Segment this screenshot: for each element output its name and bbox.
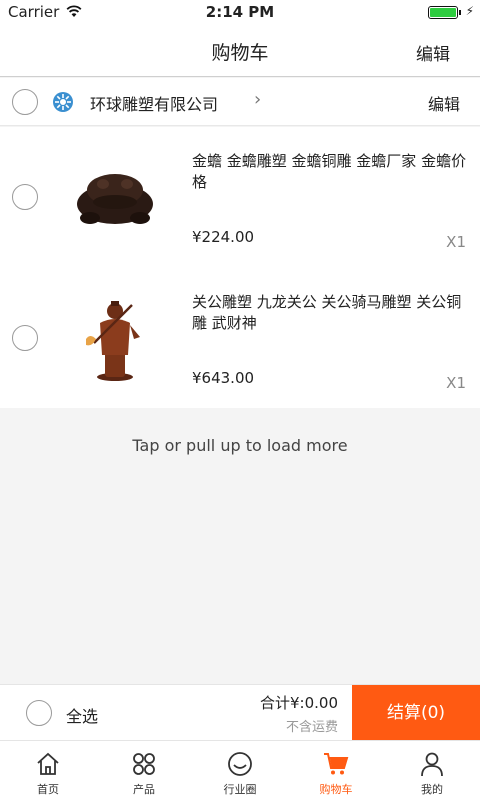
nav-bar: 购物车 编辑: [0, 24, 480, 77]
product-price: ¥643.00: [192, 369, 255, 387]
tab-bar: 首页 产品 行业圈 购物车 我的: [0, 740, 480, 800]
cart-item[interactable]: 关公雕塑 九龙关公 关公骑马雕塑 关公铜雕 武财神 ¥643.00 X1: [0, 268, 480, 408]
product-name[interactable]: 关公雕塑 九龙关公 关公骑马雕塑 关公铜雕 武财神: [192, 292, 468, 334]
tab-label: 首页: [37, 783, 59, 796]
load-more-hint[interactable]: Tap or pull up to load more: [0, 436, 480, 455]
cart-item-list: 金蟾 金蟾雕塑 金蟾铜雕 金蟾厂家 金蟾价格 ¥224.00 X1 关公雕塑 九…: [0, 127, 480, 408]
edit-button[interactable]: 编辑: [416, 40, 450, 65]
clock: 2:14 PM: [205, 3, 275, 21]
product-quantity: X1: [446, 233, 466, 251]
tab-me[interactable]: 我的: [384, 741, 480, 800]
smile-icon: [228, 752, 252, 776]
tab-products[interactable]: 产品: [96, 741, 192, 800]
tab-industry[interactable]: 行业圈: [192, 741, 288, 800]
product-image-toad[interactable]: [70, 152, 160, 242]
cart-item[interactable]: 金蟾 金蟾雕塑 金蟾铜雕 金蟾厂家 金蟾价格 ¥224.00 X1: [0, 127, 480, 267]
person-icon: [421, 752, 443, 777]
tab-label: 我的: [421, 783, 443, 796]
shop-logo-icon: [53, 92, 73, 112]
shipping-note: 不含运费: [285, 720, 338, 735]
item-select-radio[interactable]: [12, 184, 38, 210]
checkout-button[interactable]: 结算(0): [352, 685, 480, 741]
cart-icon: [324, 753, 349, 775]
shop-row: 环球雕塑有限公司 › 编辑: [0, 78, 480, 126]
charging-icon: ⚡: [465, 4, 474, 18]
page-title: 购物车: [211, 42, 269, 64]
item-select-radio[interactable]: [12, 325, 38, 351]
grid-icon: [133, 753, 155, 775]
shop-name-link[interactable]: 环球雕塑有限公司: [90, 91, 218, 115]
select-all-radio[interactable]: [26, 700, 52, 726]
shop-edit-button[interactable]: 编辑: [428, 91, 460, 115]
shop-select-radio[interactable]: [12, 89, 38, 115]
battery-icon: [428, 6, 461, 19]
product-image-guangong[interactable]: [70, 293, 160, 383]
product-name[interactable]: 金蟾 金蟾雕塑 金蟾铜雕 金蟾厂家 金蟾价格: [192, 151, 468, 193]
chevron-right-icon[interactable]: ›: [254, 89, 261, 110]
checkout-bar: 全选 合计¥:0.00 不含运费 结算(0): [0, 684, 480, 741]
home-icon: [37, 752, 59, 775]
total-price: 合计¥:0.00: [260, 694, 338, 712]
tab-label: 行业圈: [223, 783, 257, 796]
product-quantity: X1: [446, 374, 466, 392]
tab-home[interactable]: 首页: [0, 741, 96, 800]
select-all-label[interactable]: 全选: [66, 703, 98, 727]
product-price: ¥224.00: [192, 228, 255, 246]
tab-label: 产品: [133, 783, 155, 796]
status-bar: Carrier 2:14 PM ⚡: [0, 0, 480, 24]
tab-label: 购物车: [319, 783, 353, 796]
tab-cart[interactable]: 购物车: [288, 741, 384, 800]
